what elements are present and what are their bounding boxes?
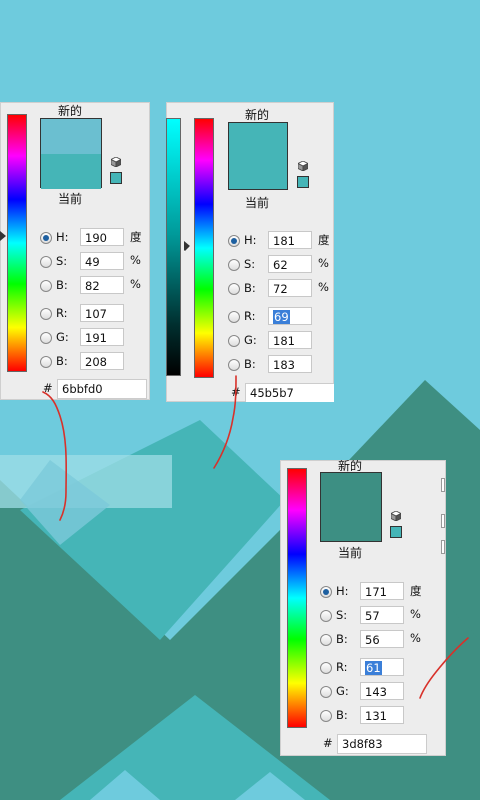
g-input[interactable]: 143 <box>360 682 404 700</box>
blue-row: B: 131 <box>320 706 430 726</box>
g-radio[interactable] <box>320 686 332 698</box>
h-input[interactable]: 190 <box>80 228 124 246</box>
g-radio[interactable] <box>228 335 240 347</box>
s-input[interactable]: 62 <box>268 255 312 273</box>
color-field[interactable] <box>166 118 181 376</box>
h-input[interactable]: 181 <box>268 231 312 249</box>
hue-slider[interactable] <box>287 468 307 728</box>
b-radio[interactable] <box>320 634 332 646</box>
cube-icon[interactable] <box>391 511 401 521</box>
current-label: 当前 <box>58 192 83 206</box>
g-input[interactable]: 181 <box>268 331 312 349</box>
s-row: S: 57 % <box>320 606 430 626</box>
blue-input[interactable]: 208 <box>80 352 124 370</box>
color-picker-panel-1: 新的 当前 H: 190 度 S: 49 % B: 82 % R: 107 G:… <box>0 102 150 400</box>
new-color-swatch <box>41 119 101 154</box>
cube-icon[interactable] <box>111 157 121 167</box>
hue-slider[interactable] <box>194 118 214 378</box>
s-radio[interactable] <box>320 610 332 622</box>
b-input[interactable]: 56 <box>360 630 404 648</box>
b-row: B: 82 % <box>40 276 150 296</box>
color-swatch <box>40 118 102 189</box>
hue-slider-marker <box>184 241 190 251</box>
blue-radio[interactable] <box>320 710 332 722</box>
s-row: S: 49 % <box>40 252 150 272</box>
hex-row: # 3d8f83 <box>323 734 443 754</box>
new-label: 新的 <box>245 108 270 122</box>
hex-input[interactable]: 6bbfd0 <box>57 379 147 399</box>
new-label: 新的 <box>58 104 83 118</box>
b-input[interactable]: 82 <box>80 276 124 294</box>
r-row: R: 61 <box>320 658 430 678</box>
scroll-handle[interactable] <box>441 540 445 554</box>
current-color-swatch <box>41 154 101 189</box>
g-input[interactable]: 191 <box>80 328 124 346</box>
current-label: 当前 <box>245 196 270 210</box>
b-radio[interactable] <box>228 283 240 295</box>
h-row: H: 190 度 <box>40 228 150 248</box>
b-row: B: 56 % <box>320 630 430 650</box>
scroll-handle[interactable] <box>441 514 445 528</box>
hex-input[interactable]: 45b5b7 <box>245 383 334 402</box>
r-row: R: 107 <box>40 304 150 324</box>
s-radio[interactable] <box>40 256 52 268</box>
hex-row: # 6bbfd0 <box>43 379 150 399</box>
s-row: S: 62 % <box>228 255 334 275</box>
r-input[interactable]: 61 <box>360 658 404 676</box>
s-input[interactable]: 57 <box>360 606 404 624</box>
b-input[interactable]: 72 <box>268 279 312 297</box>
cube-icon[interactable] <box>298 161 308 171</box>
new-color-swatch <box>228 122 288 190</box>
websafe-color-swatch[interactable] <box>110 172 122 184</box>
blue-input[interactable]: 131 <box>360 706 404 724</box>
hex-input[interactable]: 3d8f83 <box>337 734 427 754</box>
g-row: G: 191 <box>40 328 150 348</box>
s-radio[interactable] <box>228 259 240 271</box>
current-label: 当前 <box>338 546 363 560</box>
b-radio[interactable] <box>40 280 52 292</box>
r-radio[interactable] <box>228 311 240 323</box>
h-row: H: 181 度 <box>228 231 334 251</box>
r-radio[interactable] <box>320 662 332 674</box>
new-color-swatch <box>320 472 382 542</box>
color-picker-panel-2: 新的 当前 H: 181 度 S: 62 % B: 72 % R: 69 G: … <box>166 102 334 402</box>
websafe-color-swatch[interactable] <box>390 526 402 538</box>
hue-slider[interactable] <box>7 114 27 372</box>
b-row: B: 72 % <box>228 279 334 299</box>
g-radio[interactable] <box>40 332 52 344</box>
g-row: G: 181 <box>228 331 334 351</box>
r-row: R: 69 <box>228 307 334 327</box>
hue-slider-marker <box>0 231 6 241</box>
scroll-handle[interactable] <box>441 478 445 492</box>
color-picker-panel-3: 新的 当前 H: 171 度 S: 57 % B: 56 % R: 61 G: … <box>280 460 446 756</box>
h-input[interactable]: 171 <box>360 582 404 600</box>
blue-row: B: 183 <box>228 355 334 375</box>
s-input[interactable]: 49 <box>80 252 124 270</box>
h-row: H: 171 度 <box>320 582 430 602</box>
h-radio[interactable] <box>40 232 52 244</box>
blue-input[interactable]: 183 <box>268 355 312 373</box>
g-row: G: 143 <box>320 682 430 702</box>
hex-row: # 45b5b7 <box>231 383 334 402</box>
h-radio[interactable] <box>320 586 332 598</box>
r-radio[interactable] <box>40 308 52 320</box>
r-input[interactable]: 69 <box>268 307 312 325</box>
blue-radio[interactable] <box>228 359 240 371</box>
blue-radio[interactable] <box>40 356 52 368</box>
h-radio[interactable] <box>228 235 240 247</box>
r-input[interactable]: 107 <box>80 304 124 322</box>
blue-row: B: 208 <box>40 352 150 372</box>
websafe-color-swatch[interactable] <box>297 176 309 188</box>
